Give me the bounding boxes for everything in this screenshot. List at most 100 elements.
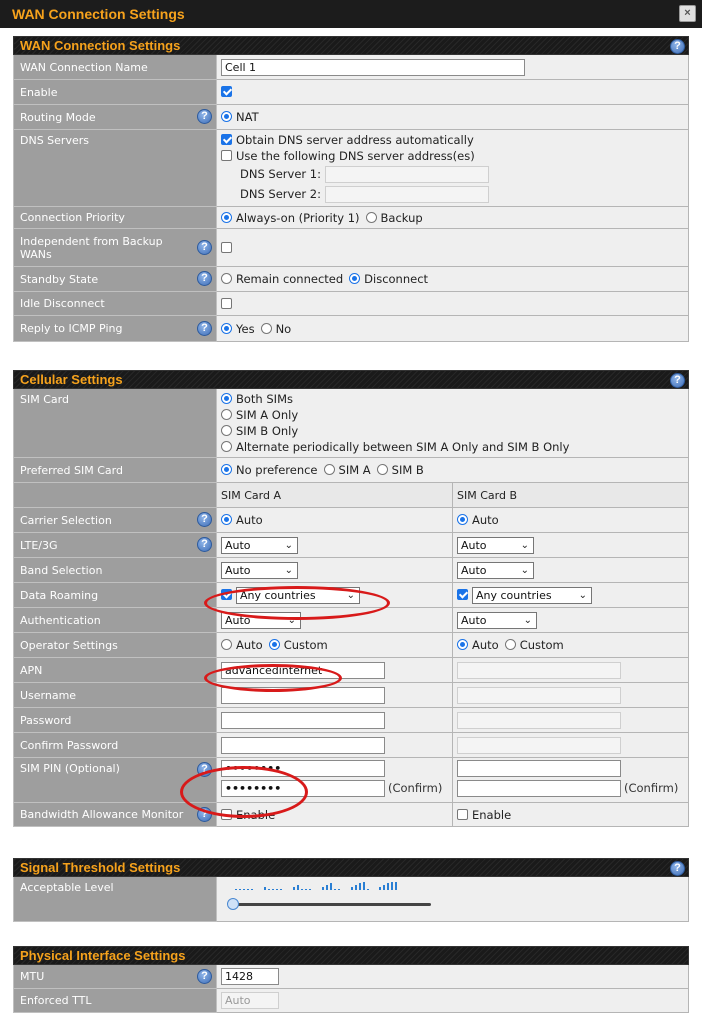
idle-checkbox[interactable]	[221, 297, 232, 309]
operator-b-custom-radio[interactable]	[504, 639, 516, 650]
standby-disconnect-radio[interactable]	[349, 273, 361, 284]
sim-alternate-radio[interactable]	[221, 441, 232, 452]
dialog-title: WAN Connection Settings ×	[0, 0, 702, 28]
ttl-input[interactable]: Auto	[221, 992, 279, 1009]
enable-checkbox[interactable]	[221, 86, 232, 97]
roaming-b-select[interactable]: Any countries ⌄	[472, 586, 592, 604]
carrier-a-radio[interactable]	[221, 514, 232, 525]
section-header-signal: Signal Threshold Settings?	[13, 858, 689, 877]
level-slider-handle[interactable]	[227, 898, 239, 910]
physical-settings-table: Physical Interface Settings MTU? 1428 En…	[13, 946, 689, 1013]
dns2-input[interactable]	[325, 186, 489, 203]
level-slider-track[interactable]	[231, 903, 431, 906]
help-icon[interactable]: ?	[197, 512, 212, 527]
wan-settings-table: WAN Connection Settings? WAN Connection …	[13, 36, 689, 342]
roaming-a-checkbox[interactable]	[221, 588, 232, 600]
auth-a-select[interactable]: Auto ⌄	[221, 611, 301, 629]
help-icon[interactable]: ?	[670, 39, 685, 54]
help-icon[interactable]: ?	[670, 861, 685, 876]
auth-b-select[interactable]: Auto ⌄	[457, 611, 537, 629]
sim-b-label: SIM B Only	[236, 424, 299, 438]
lte-a-select[interactable]: Auto ⌄	[221, 536, 298, 554]
carrier-b-radio[interactable]	[457, 514, 468, 525]
column-spacer	[13, 482, 217, 508]
wan-name-input[interactable]: Cell 1	[221, 58, 525, 76]
help-icon[interactable]: ?	[197, 320, 212, 336]
username-label: Username	[13, 682, 217, 708]
band-a-select[interactable]: Auto ⌄	[221, 561, 298, 579]
carrier-a-label: Auto	[236, 513, 263, 527]
operator-a-auto-label: Auto	[236, 638, 263, 652]
dns1-input[interactable]	[325, 166, 489, 183]
section-header-physical: Physical Interface Settings	[13, 946, 689, 965]
pin-a-confirm-label: (Confirm)	[388, 781, 443, 795]
operator-label: Operator Settings	[13, 632, 217, 658]
pin-b-confirm-label: (Confirm)	[624, 781, 679, 795]
password-a-input[interactable]	[221, 711, 385, 729]
dns-auto-checkbox[interactable]	[221, 134, 232, 145]
apn-b-input[interactable]	[457, 661, 621, 679]
operator-a-custom-radio[interactable]	[268, 639, 280, 650]
icmp-yes-radio[interactable]	[221, 322, 232, 334]
help-icon[interactable]: ?	[197, 806, 212, 822]
confirm-a-input[interactable]	[221, 736, 385, 754]
priority-backup-radio[interactable]	[365, 211, 377, 223]
pref-none-radio[interactable]	[221, 464, 232, 475]
pin-a-confirm-input[interactable]: ••••••••	[221, 780, 385, 797]
username-a-input[interactable]	[221, 686, 385, 704]
pref-b-radio[interactable]	[376, 464, 388, 475]
pref-a-radio[interactable]	[323, 464, 335, 475]
confirm-b-input[interactable]	[457, 736, 621, 754]
band-b-select[interactable]: Auto ⌄	[457, 561, 534, 579]
sim-a-radio[interactable]	[221, 409, 232, 420]
help-icon[interactable]: ?	[197, 968, 212, 984]
column-sim-a: SIM Card A	[216, 482, 453, 508]
chevron-down-icon: ⌄	[523, 614, 532, 626]
operator-b-auto-label: Auto	[472, 638, 499, 652]
routing-nat-radio[interactable]	[221, 111, 232, 122]
sim-a-label: SIM A Only	[236, 408, 299, 422]
help-icon[interactable]: ?	[197, 271, 212, 286]
help-icon[interactable]: ?	[670, 373, 685, 388]
pin-b-input[interactable]	[457, 760, 621, 777]
sim-pin-label: SIM PIN (Optional)?	[13, 757, 217, 803]
pin-a-input[interactable]: ••••••••	[221, 760, 385, 777]
apn-a-input[interactable]: advancedinternet	[221, 661, 385, 679]
icmp-no-radio[interactable]	[260, 322, 272, 334]
sim-both-radio[interactable]	[221, 393, 232, 404]
operator-a-custom-label: Custom	[283, 638, 328, 652]
help-icon[interactable]: ?	[197, 762, 212, 777]
close-icon[interactable]: ×	[679, 5, 696, 22]
dns-manual-checkbox[interactable]	[221, 150, 232, 161]
roaming-b-checkbox[interactable]	[457, 588, 468, 600]
standby-remain-label: Remain connected	[236, 272, 344, 286]
acceptable-level-label: Acceptable Level	[13, 876, 217, 922]
password-label: Password	[13, 707, 217, 733]
pin-b-confirm-input[interactable]	[457, 780, 621, 797]
chevron-down-icon: ⌄	[520, 564, 529, 576]
bw-b-label: Enable	[472, 807, 512, 822]
roaming-a-select[interactable]: Any countries ⌄	[236, 586, 360, 604]
help-icon[interactable]: ?	[197, 109, 212, 124]
chevron-down-icon: ⌄	[578, 589, 587, 601]
password-b-input[interactable]	[457, 711, 621, 729]
priority-always-radio[interactable]	[221, 211, 232, 223]
lte-b-select[interactable]: Auto ⌄	[457, 536, 534, 554]
help-icon[interactable]: ?	[197, 537, 212, 552]
priority-label: Connection Priority	[13, 206, 217, 229]
bw-b-checkbox[interactable]	[457, 808, 468, 820]
bw-a-checkbox[interactable]	[221, 808, 232, 820]
routing-nat-label: NAT	[236, 110, 259, 124]
section-header-cellular: Cellular Settings?	[13, 370, 689, 389]
help-icon[interactable]: ?	[197, 239, 212, 255]
independent-checkbox[interactable]	[221, 241, 232, 253]
operator-b-auto-radio[interactable]	[457, 639, 468, 650]
mtu-input[interactable]: 1428	[221, 968, 279, 985]
sim-alternate-label: Alternate periodically between SIM A Onl…	[236, 440, 570, 454]
operator-a-auto-radio[interactable]	[221, 639, 232, 650]
sim-b-radio[interactable]	[221, 425, 232, 436]
standby-remain-radio[interactable]	[221, 273, 232, 284]
dialog-title-text: WAN Connection Settings	[12, 6, 185, 22]
username-b-input[interactable]	[457, 686, 621, 704]
auth-label: Authentication	[13, 607, 217, 633]
